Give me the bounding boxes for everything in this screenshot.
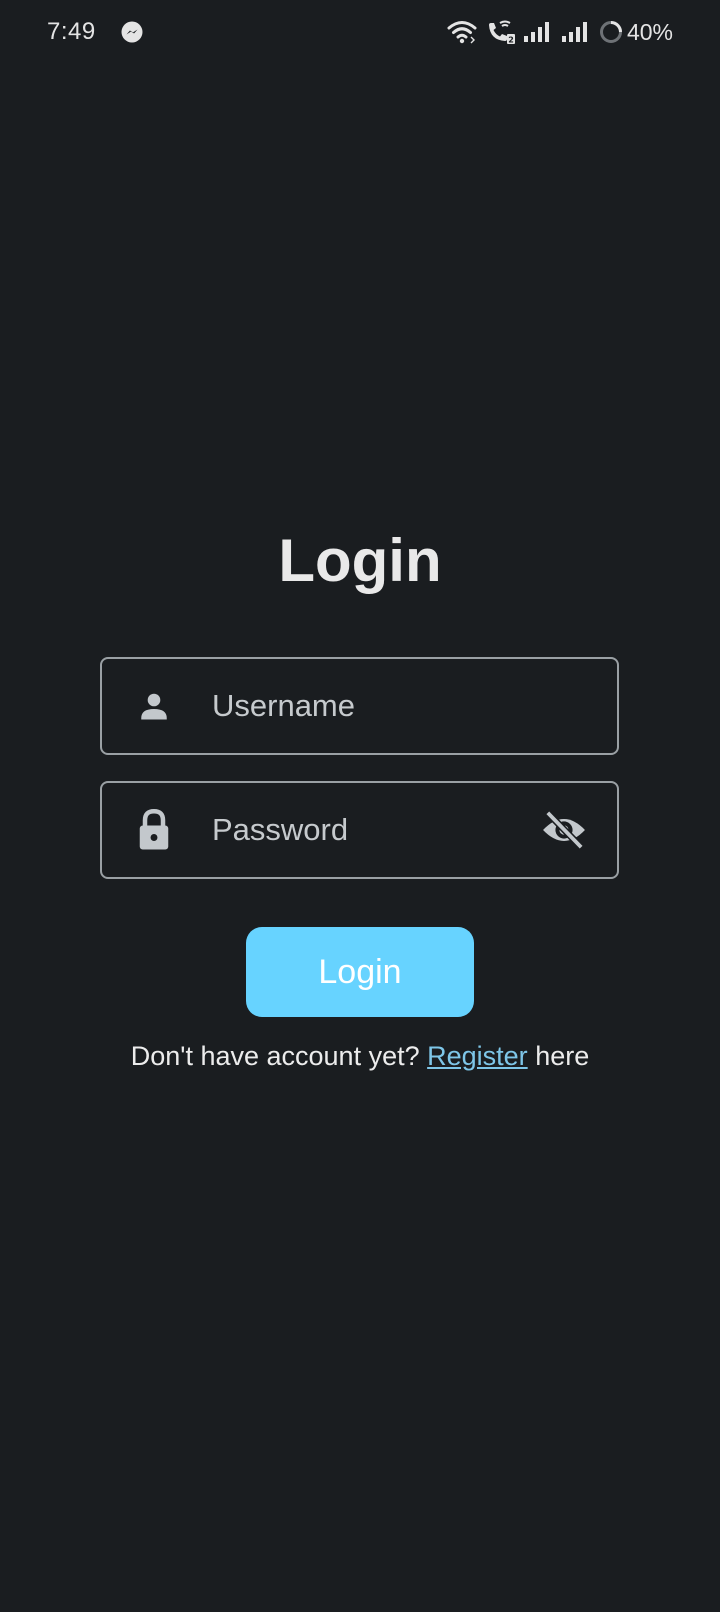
signal-icon bbox=[523, 20, 553, 44]
person-icon bbox=[136, 688, 172, 724]
page-title: Login bbox=[278, 527, 442, 594]
eye-off-icon[interactable] bbox=[541, 810, 587, 850]
battery-percentage: 40% bbox=[626, 18, 673, 45]
status-bar: 7:49 2 40% bbox=[0, 0, 720, 64]
password-input[interactable] bbox=[212, 783, 527, 877]
messenger-icon bbox=[120, 20, 144, 44]
signal-icon bbox=[561, 20, 591, 44]
wifi-calling-icon: 2 bbox=[485, 19, 515, 45]
password-field[interactable] bbox=[100, 781, 619, 879]
register-suffix-text: here bbox=[535, 1041, 590, 1071]
login-button[interactable]: Login bbox=[246, 927, 474, 1017]
register-link[interactable]: Register bbox=[427, 1041, 528, 1071]
wifi-icon bbox=[447, 19, 477, 45]
svg-text:2: 2 bbox=[508, 36, 514, 45]
status-time: 7:49 bbox=[47, 18, 96, 45]
status-right: 2 40% bbox=[439, 19, 673, 46]
register-prompt-text: Don't have account yet? bbox=[130, 1041, 420, 1071]
username-field[interactable] bbox=[100, 657, 619, 755]
register-prompt: Don't have account yet? Register here bbox=[0, 1036, 720, 1076]
username-input[interactable] bbox=[212, 659, 527, 753]
login-screen: 7:49 2 40% Login Username Login Don't ha… bbox=[0, 0, 720, 1612]
lock-icon bbox=[136, 808, 172, 852]
status-left: 7:49 bbox=[47, 18, 144, 46]
battery-saver-icon bbox=[599, 20, 623, 44]
